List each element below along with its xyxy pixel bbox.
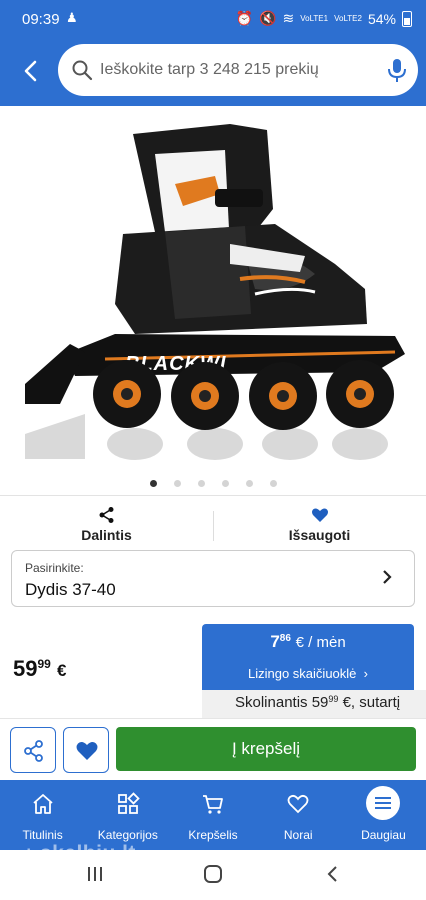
battery-level: 54% (367, 10, 396, 27)
leasing-note-cents: 99 (328, 694, 339, 704)
price-currency: € (56, 661, 67, 680)
save-label: Išsaugoti (288, 527, 351, 543)
heart-icon (287, 794, 309, 814)
price-whole: 59 (13, 656, 38, 681)
leasing-cents: 86 (279, 633, 291, 644)
tab-cart[interactable]: Krepšelis (170, 780, 255, 850)
tab-wishlist-label: Norai (283, 828, 313, 842)
chevron-right-icon: › (360, 666, 368, 681)
network-1: VoLTE1 (300, 13, 329, 23)
system-nav-bar (0, 850, 426, 900)
leasing-note: Skolinantis 5999 €, sutartį (202, 690, 426, 718)
share-label: Dalintis (81, 527, 132, 543)
product-image: BLACKWI (25, 124, 405, 460)
categories-icon (117, 792, 140, 814)
search-input[interactable]: Ieškokite tarp 3 248 215 prekių (58, 44, 418, 96)
tab-wishlist[interactable]: Norai (256, 780, 341, 850)
heart-icon (311, 508, 328, 522)
heart-icon (76, 742, 98, 760)
bottom-tab-bar: Titulinis Kategorijos Krepšelis Norai Da… (0, 780, 426, 850)
tab-cart-label: Krepšelis (188, 828, 238, 842)
tab-categories-label: Kategorijos (97, 828, 158, 842)
product-gallery[interactable]: BLACKWI (0, 106, 426, 496)
leasing-whole: 7 (270, 632, 280, 651)
tab-categories[interactable]: Kategorijos (85, 780, 170, 850)
product-actions: Dalintis Išsaugoti (0, 497, 426, 549)
menu-icon (366, 786, 401, 820)
gallery-dot[interactable] (149, 480, 157, 487)
back-nav-icon[interactable] (325, 864, 339, 890)
price-cents: 99 (37, 657, 51, 671)
leasing-monthly: 786 € / mėn (202, 632, 414, 652)
alarm-icon: ⏰ (235, 10, 254, 26)
home-button-icon[interactable] (203, 864, 223, 890)
leasing-panel[interactable]: 786 € / mėn Lizingo skaičiuoklė › (202, 624, 414, 690)
save-action[interactable]: Išsaugoti (213, 497, 426, 549)
share-button[interactable] (10, 727, 56, 773)
tab-more-label: Daugiau (361, 828, 406, 842)
header: Ieškokite tarp 3 248 215 prekių (0, 40, 426, 106)
leasing-calculator-label: Lizingo skaičiuoklė (248, 666, 357, 681)
tab-home[interactable]: Titulinis (0, 780, 85, 850)
add-to-cart-button[interactable]: Į krepšelį (116, 727, 416, 771)
leasing-note-prefix: Skolinantis 59 (235, 694, 329, 711)
microphone-icon[interactable] (386, 57, 408, 83)
chevron-right-icon (380, 568, 394, 591)
search-placeholder: Ieškokite tarp 3 248 215 prekių (100, 61, 319, 78)
gallery-dot[interactable] (245, 480, 253, 487)
home-icon (32, 794, 53, 814)
gallery-dot[interactable] (269, 480, 277, 487)
size-selector-label: Pasirinkite: (25, 561, 84, 575)
gallery-pagination[interactable] (0, 480, 426, 487)
size-selector[interactable]: Pasirinkite: Dydis 37-40 (11, 550, 415, 607)
mute-icon: 🔇 (259, 10, 277, 26)
buy-bar: Į krepšelį (0, 718, 426, 778)
tab-home-label: Titulinis (22, 828, 63, 842)
battery-icon (402, 10, 412, 27)
search-icon (72, 60, 93, 81)
notification-icon: ♟ (66, 10, 78, 25)
tab-more[interactable]: Daugiau (341, 780, 426, 850)
leasing-unit: € / mėn (295, 634, 346, 651)
size-selector-value: Dydis 37-40 (25, 580, 116, 599)
gallery-dot[interactable] (221, 480, 229, 487)
share-icon (24, 740, 43, 762)
status-time: 09:39 (22, 11, 60, 28)
product-price: 5999 € (13, 656, 66, 682)
leasing-calculator-link[interactable]: Lizingo skaičiuoklė › (202, 666, 414, 681)
wifi-icon: ≋ (282, 10, 295, 26)
share-icon (99, 507, 113, 523)
favorite-button[interactable] (63, 727, 109, 773)
recent-apps-icon[interactable] (86, 864, 104, 890)
share-action[interactable]: Dalintis (0, 497, 213, 549)
cart-icon (203, 795, 223, 814)
gallery-dot[interactable] (197, 480, 205, 487)
leasing-note-suffix: €, sutartį (338, 694, 401, 711)
network-2: VoLTE2 (334, 13, 362, 23)
status-bar: 09:39 ♟ ⏰ 🔇 ≋ VoLTE1 VoLTE2 54% (0, 0, 426, 40)
gallery-dot[interactable] (173, 480, 181, 487)
back-icon[interactable] (14, 54, 48, 88)
